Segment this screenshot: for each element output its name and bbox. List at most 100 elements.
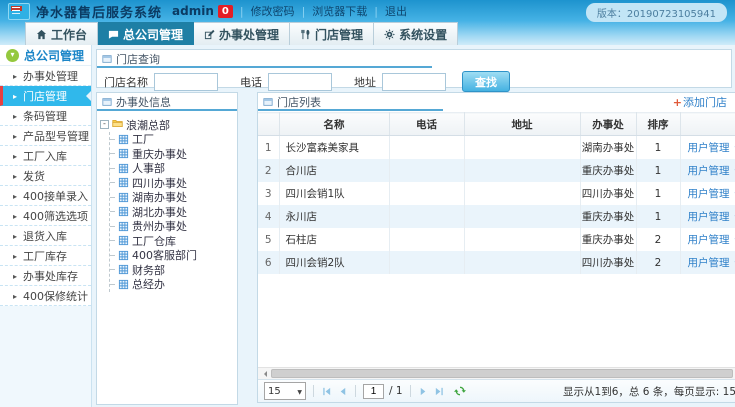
table-row[interactable]: 5 石柱店 重庆办事处 2 用户管理修改 [258, 228, 735, 251]
tree-node[interactable]: 财务部 [110, 263, 234, 278]
sidebar-item[interactable]: 工厂库存 [0, 246, 91, 266]
sidebar-header[interactable]: 总公司管理 [0, 45, 91, 66]
row-order: 1 [636, 136, 680, 160]
panel-title: 门店列表 [277, 94, 321, 110]
building-icon [118, 192, 129, 203]
add-store-link[interactable]: +添加门店 [673, 94, 727, 110]
restaurant-icon [300, 29, 311, 40]
tab-label: 工作台 [51, 26, 87, 43]
tab-head-office[interactable]: 总公司管理 [98, 22, 194, 45]
tree-node[interactable]: 湖南办事处 [110, 190, 234, 205]
store-name-input[interactable] [154, 73, 218, 91]
sidebar-item[interactable]: 400筛选选项 [0, 206, 91, 226]
sidebar-item[interactable]: 条码管理 [0, 106, 91, 126]
sidebar-item[interactable]: 门店管理 [0, 86, 91, 106]
col-name[interactable]: 名称 [279, 113, 389, 136]
app-logo-icon [8, 3, 30, 20]
phone-input[interactable] [268, 73, 332, 91]
next-page-button[interactable] [418, 386, 429, 397]
row-name: 四川会销1队 [279, 182, 389, 205]
sidebar-item[interactable]: 退货入库 [0, 226, 91, 246]
tree-node[interactable]: 湖北办事处 [110, 205, 234, 220]
tab-system-settings[interactable]: 系统设置 [374, 22, 458, 45]
page-input[interactable] [363, 384, 384, 399]
table-row[interactable]: 2 合川店 重庆办事处 1 用户管理修改 [258, 159, 735, 182]
address-input[interactable] [382, 73, 446, 91]
separator: | [374, 5, 378, 18]
row-phone [389, 159, 464, 182]
table-row[interactable]: 4 永川店 重庆办事处 1 用户管理修改 [258, 205, 735, 228]
tab-office-manage[interactable]: 办事处管理 [194, 22, 290, 45]
change-password-link[interactable]: 修改密码 [251, 3, 295, 19]
refresh-icon[interactable] [454, 385, 466, 397]
sidebar-title: 总公司管理 [24, 47, 84, 64]
tree-node[interactable]: 贵州办事处 [110, 219, 234, 234]
last-page-button[interactable] [434, 386, 445, 397]
col-phone[interactable]: 电话 [389, 113, 464, 136]
page-size-value: 15 [268, 386, 281, 397]
browser-download-link[interactable]: 浏览器下载 [312, 3, 367, 19]
sidebar-item[interactable]: 产品型号管理 [0, 126, 91, 146]
col-office[interactable]: 办事处 [580, 113, 636, 136]
sidebar-item-label: 退货入库 [23, 228, 67, 244]
query-form: 门店名称 电话 地址 查找 [97, 68, 731, 92]
sidebar-item[interactable]: 办事处管理 [0, 66, 91, 86]
office-tree-panel: 办事处信息 浪潮总部 工厂 [96, 92, 238, 405]
row-seq: 4 [258, 205, 279, 228]
tree-root-node[interactable]: 浪潮总部 [100, 117, 234, 132]
tree-node[interactable]: 重庆办事处 [110, 147, 234, 162]
user-manage-link[interactable]: 用户管理 [688, 257, 730, 269]
scrollbar-thumb[interactable] [271, 369, 733, 378]
user-manage-link[interactable]: 用户管理 [688, 165, 730, 177]
row-phone [389, 136, 464, 160]
sidebar-item[interactable]: 办事处库存 [0, 266, 91, 286]
page-size-select[interactable]: 15 [264, 382, 306, 400]
tree-node[interactable]: 四川办事处 [110, 176, 234, 191]
user-manage-link[interactable]: 用户管理 [688, 188, 730, 200]
tab-label: 系统设置 [399, 26, 447, 43]
table-row[interactable]: 6 四川会销2队 四川办事处 2 用户管理修改 [258, 251, 735, 274]
row-office: 重庆办事处 [580, 205, 636, 228]
sidebar-item[interactable]: 400保修统计 [0, 286, 91, 306]
scroll-left-icon[interactable] [258, 368, 269, 379]
version-badge: 版本：20190723105941 [586, 3, 727, 22]
first-page-button[interactable] [321, 386, 332, 397]
panel-icon [263, 97, 273, 107]
tree-node[interactable]: 工厂 [110, 132, 234, 147]
table-row[interactable]: 3 四川会销1队 四川办事处 1 用户管理修改 [258, 182, 735, 205]
user-manage-link[interactable]: 用户管理 [688, 234, 730, 246]
table-header-row: 名称 电话 地址 办事处 排序 操作 [258, 113, 735, 136]
tree-node[interactable]: 总经办 [110, 277, 234, 292]
tree-node[interactable]: 人事部 [110, 161, 234, 176]
user-manage-link[interactable]: 用户管理 [688, 211, 730, 223]
sidebar-item[interactable]: 工厂入库 [0, 146, 91, 166]
sidebar-item[interactable]: 发货 [0, 166, 91, 186]
home-icon [36, 29, 47, 40]
prev-page-button[interactable] [337, 386, 348, 397]
tab-workbench[interactable]: 工作台 [25, 22, 98, 45]
username[interactable]: admin [172, 4, 214, 18]
tree-node[interactable]: 工厂仓库 [110, 234, 234, 249]
tab-label: 门店管理 [315, 26, 363, 43]
horizontal-scrollbar[interactable] [258, 367, 735, 379]
sidebar-item[interactable]: 400接单录入 [0, 186, 91, 206]
col-address[interactable]: 地址 [464, 113, 580, 136]
sidebar-item-label: 工厂库存 [23, 248, 67, 264]
chevron-down-icon [6, 49, 19, 62]
row-address [464, 136, 580, 160]
office-tree: 浪潮总部 工厂 重庆办事处 [97, 111, 237, 298]
notification-badge[interactable]: 0 [218, 5, 233, 18]
tree-node[interactable]: 400客服部门 [110, 248, 234, 263]
logout-link[interactable]: 退出 [385, 3, 407, 19]
collapse-icon[interactable] [100, 120, 109, 129]
col-order[interactable]: 排序 [636, 113, 680, 136]
search-button[interactable]: 查找 [462, 71, 510, 92]
sidebar: 总公司管理 办事处管理 门店管理 条码管理 [0, 45, 92, 407]
sidebar-item-label: 发货 [23, 168, 45, 184]
user-manage-link[interactable]: 用户管理 [688, 142, 730, 154]
tab-store-manage[interactable]: 门店管理 [290, 22, 374, 45]
table-row[interactable]: 1 长沙富森美家具 湖南办事处 1 用户管理修改 [258, 136, 735, 160]
building-icon [118, 163, 129, 174]
sidebar-menu: 办事处管理 门店管理 条码管理 产品型号管理 [0, 66, 91, 306]
sidebar-item-label: 产品型号管理 [23, 128, 89, 144]
